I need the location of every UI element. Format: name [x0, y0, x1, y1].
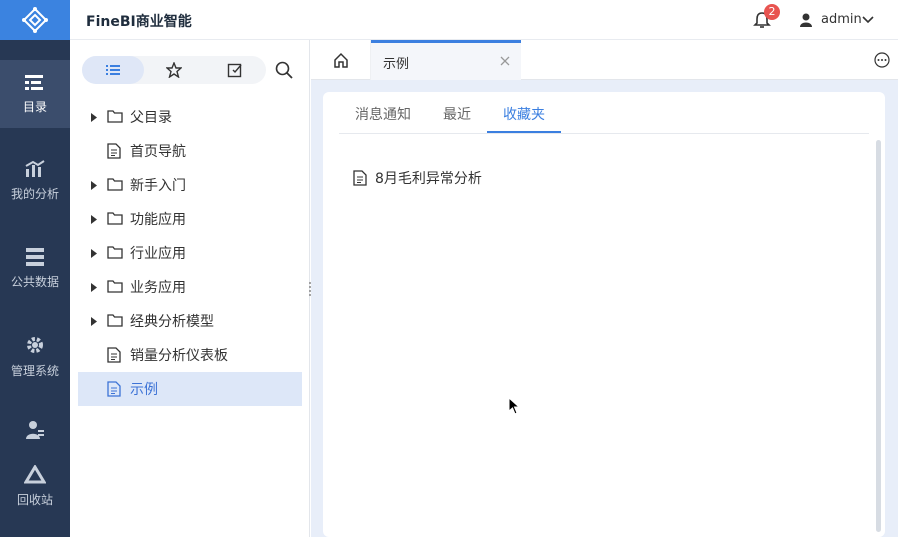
list-view-button[interactable] — [82, 56, 144, 84]
directory-view-switcher — [82, 56, 266, 84]
main-area: 示例 消息通知 最近 收藏夹 8月毛利异常分析 — [311, 40, 898, 537]
tree-node-getting-started[interactable]: 新手入门 — [78, 168, 302, 202]
caret-right-icon[interactable] — [91, 112, 101, 122]
rail-item-my-analysis[interactable]: 我的分析 — [0, 146, 70, 214]
rail-item-label: 公共数据 — [10, 274, 59, 289]
active-subtab-indicator — [487, 131, 561, 133]
file-icon — [107, 381, 123, 397]
more-options-icon[interactable] — [874, 52, 890, 68]
file-icon — [107, 347, 123, 363]
favorite-item[interactable]: 8月毛利异常分析 — [353, 168, 482, 188]
rail-item-label: 回收站 — [16, 492, 53, 507]
folder-icon — [107, 313, 123, 329]
search-icon[interactable] — [274, 60, 294, 80]
tree-node-label: 新手入门 — [130, 178, 186, 194]
user-name[interactable]: admin — [821, 12, 862, 27]
caret-right-icon[interactable] — [91, 180, 101, 190]
tree-node-example[interactable]: 示例 — [78, 372, 302, 406]
tree-node-home-nav[interactable]: 首页导航 — [78, 134, 302, 168]
folder-icon — [107, 279, 123, 295]
chevron-down-icon[interactable] — [862, 15, 874, 25]
caret-right-icon[interactable] — [91, 316, 101, 326]
tree-node-sales-dashboard[interactable]: 销量分析仪表板 — [78, 338, 302, 372]
folder-icon — [107, 109, 123, 125]
home-subtabs: 消息通知 最近 收藏夹 — [339, 92, 869, 134]
favorites-view-button[interactable] — [143, 56, 205, 84]
catalog-icon — [25, 74, 43, 90]
home-icon — [333, 52, 348, 68]
tab-example[interactable]: 示例 — [371, 40, 521, 80]
logo-icon — [22, 7, 48, 33]
edit-icon — [227, 63, 242, 78]
tree-node-label: 业务应用 — [130, 280, 186, 296]
app-logo[interactable] — [0, 0, 70, 40]
left-nav-rail: 目录 我的分析 公共数据 管理系统 回收站 — [0, 0, 70, 537]
edit-view-button[interactable] — [204, 56, 266, 84]
rail-item-label: 我的分析 — [10, 186, 59, 201]
tree-node-feature-apps[interactable]: 功能应用 — [78, 202, 302, 236]
rail-item-recycle[interactable]: 回收站 — [0, 452, 70, 520]
rail-item-admin[interactable]: 管理系统 — [0, 322, 70, 390]
directory-tree: 父目录 首页导航 新手入门 功能应用 行业应用 业务应用 经典分析模型 销量分析… — [78, 100, 302, 406]
tree-node-label: 父目录 — [130, 110, 172, 126]
tree-node-classic-models[interactable]: 经典分析模型 — [78, 304, 302, 338]
home-tab[interactable] — [311, 40, 371, 80]
tree-node-label: 首页导航 — [130, 144, 186, 160]
list-icon — [106, 65, 120, 75]
tree-node-parent-folder[interactable]: 父目录 — [78, 100, 302, 134]
top-header: FineBI商业智能 2 admin — [70, 0, 898, 40]
caret-right-icon[interactable] — [91, 248, 101, 258]
tree-node-label: 行业应用 — [130, 246, 186, 262]
folder-icon — [107, 245, 123, 261]
tree-node-label: 经典分析模型 — [130, 314, 214, 330]
chart-icon — [25, 159, 45, 177]
subtab-notifications[interactable]: 消息通知 — [355, 104, 411, 124]
folder-icon — [107, 177, 123, 193]
home-card: 消息通知 最近 收藏夹 8月毛利异常分析 — [323, 92, 885, 537]
notification-badge: 2 — [764, 4, 780, 20]
mouse-cursor-icon — [508, 397, 520, 415]
rail-item-user-manage[interactable] — [0, 408, 70, 452]
user-manage-icon — [26, 421, 44, 439]
caret-right-icon[interactable] — [91, 214, 101, 224]
tree-node-business-apps[interactable]: 业务应用 — [78, 270, 302, 304]
database-icon — [26, 247, 44, 266]
subtab-favorites[interactable]: 收藏夹 — [503, 104, 545, 124]
tab-label: 示例 — [383, 57, 410, 72]
rail-item-label: 目录 — [22, 99, 47, 114]
subtab-recent[interactable]: 最近 — [443, 104, 471, 124]
app-title: FineBI商业智能 — [86, 14, 192, 30]
rail-item-label: 管理系统 — [10, 363, 59, 378]
folder-icon — [107, 211, 123, 227]
tab-bar: 示例 — [311, 40, 898, 80]
rail-item-public-data[interactable]: 公共数据 — [0, 234, 70, 302]
tree-node-label: 功能应用 — [130, 212, 186, 228]
file-icon — [107, 143, 123, 159]
favorite-item-label: 8月毛利异常分析 — [375, 171, 482, 187]
caret-right-icon[interactable] — [91, 282, 101, 292]
star-icon — [166, 62, 182, 78]
vertical-scrollbar[interactable] — [876, 140, 881, 532]
close-icon[interactable] — [499, 55, 511, 67]
tree-node-industry-apps[interactable]: 行业应用 — [78, 236, 302, 270]
gear-icon — [27, 336, 43, 353]
user-icon — [800, 13, 812, 27]
tree-node-label: 销量分析仪表板 — [130, 348, 228, 364]
tree-node-label: 示例 — [130, 382, 158, 398]
file-icon — [353, 170, 369, 186]
rail-item-catalog[interactable]: 目录 — [0, 60, 70, 128]
recycle-icon — [24, 464, 46, 483]
directory-panel: 父目录 首页导航 新手入门 功能应用 行业应用 业务应用 经典分析模型 销量分析… — [70, 40, 310, 537]
